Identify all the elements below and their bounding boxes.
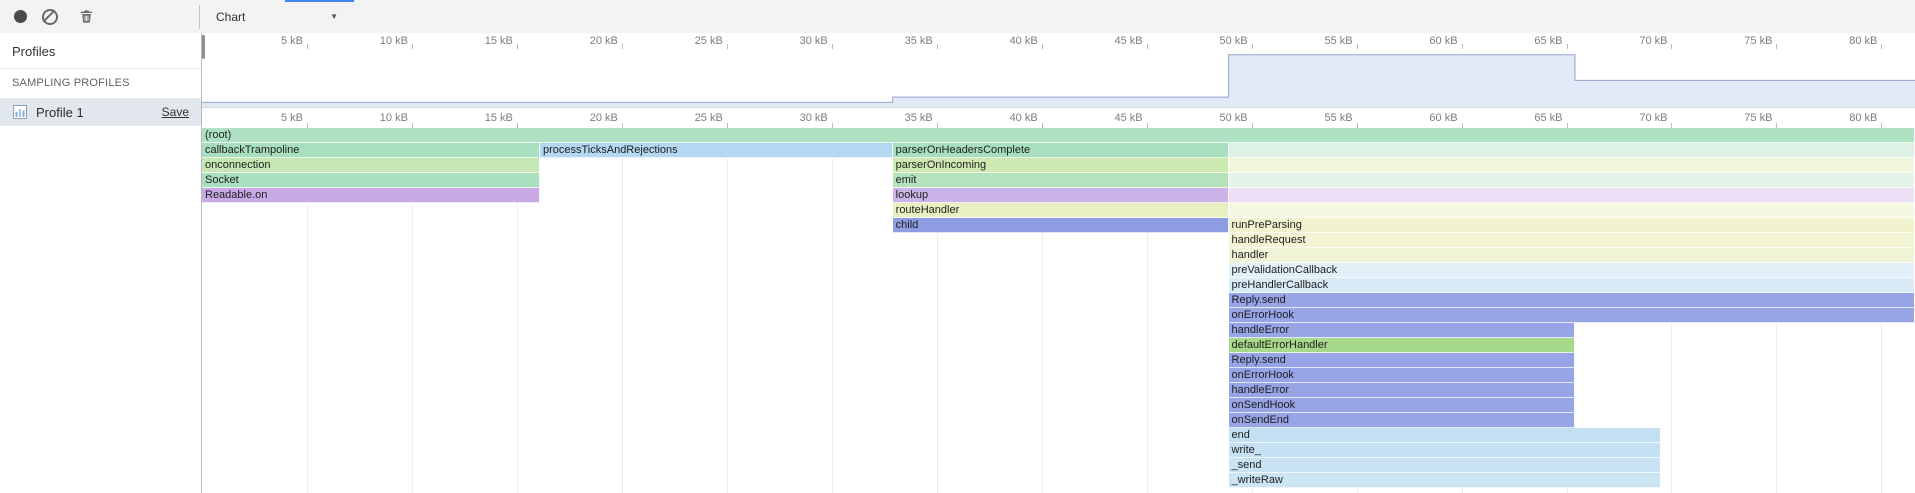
axis-tick-label: 60 kB — [1429, 35, 1461, 47]
axis-tick-label: 20 kB — [590, 112, 622, 124]
flame-frame-reply-send[interactable]: Reply.send — [1229, 353, 1575, 368]
overview-area-chart — [202, 49, 1915, 107]
axis-tick-label: 55 kB — [1324, 35, 1356, 47]
axis-tick-label: 25 kB — [695, 35, 727, 47]
flame-frame-child[interactable]: child — [893, 218, 1229, 233]
flame-frame-handler[interactable]: handler — [1229, 248, 1915, 263]
clear-profiles-button[interactable] — [38, 5, 62, 29]
gridline — [622, 128, 623, 493]
axis-tick-label: 60 kB — [1429, 112, 1461, 124]
view-mode-value: Chart — [216, 10, 245, 24]
flame-frame-root[interactable]: (root) — [202, 128, 1915, 143]
axis-tick-label: 70 kB — [1639, 112, 1671, 124]
profile-list-item[interactable]: Profile 1 Save — [0, 98, 201, 126]
flame-frame-writeraw[interactable]: _writeRaw — [1229, 473, 1661, 488]
axis-tick-label: 5 kB — [281, 112, 307, 124]
sidebar-title: Profiles — [0, 33, 201, 69]
delete-profile-button[interactable] — [74, 5, 98, 29]
flame-frame-callbacktrampoline[interactable]: callbackTrampoline — [202, 143, 540, 158]
chevron-down-icon: ▼ — [330, 12, 338, 21]
flame-frame-runpreparsing[interactable]: runPreParsing — [1229, 218, 1915, 233]
axis-tick-label: 45 kB — [1115, 35, 1147, 47]
axis-tick-label: 35 kB — [905, 112, 937, 124]
flame-frame-onsendend[interactable]: onSendEnd — [1229, 413, 1575, 428]
axis-tick-label: 40 kB — [1010, 35, 1042, 47]
flame-frame-prehandlercallback[interactable]: preHandlerCallback — [1229, 278, 1915, 293]
axis-tick-label: 65 kB — [1534, 112, 1566, 124]
flame-frame-extension[interactable] — [1229, 143, 1915, 158]
axis-tick-label: 30 kB — [800, 35, 832, 47]
gridline — [832, 128, 833, 493]
flame-frame-routehandler[interactable]: routeHandler — [893, 203, 1229, 218]
size-ruler-top: 5 kB 10 kB 15 kB 20 kB 25 kB 30 kB 35 kB 40 kB 4… — [202, 33, 1915, 49]
axis-tick-label: 75 kB — [1744, 35, 1776, 47]
allocation-overview[interactable] — [202, 49, 1915, 108]
flame-frame-prevalidationcallback[interactable]: preValidationCallback — [1229, 263, 1915, 278]
axis-tick-label: 15 kB — [485, 35, 517, 47]
axis-tick-label: 5 kB — [281, 35, 307, 47]
flame-frame-readable-on[interactable]: Readable.on — [202, 188, 540, 203]
view-mode-select[interactable]: Chart ▼ — [208, 4, 346, 29]
axis-tick-label: 50 kB — [1219, 112, 1251, 124]
record-button[interactable] — [8, 5, 32, 29]
axis-tick-label: 50 kB — [1219, 35, 1251, 47]
save-profile-link[interactable]: Save — [162, 105, 189, 119]
axis-tick-label: 40 kB — [1010, 112, 1042, 124]
flame-frame-processticksandrejections[interactable]: processTicksAndRejections — [540, 143, 893, 158]
toolbar-divider — [199, 5, 200, 29]
flame-frame-extension[interactable] — [1229, 188, 1915, 203]
axis-tick-label: 45 kB — [1115, 112, 1147, 124]
axis-tick-label: 35 kB — [905, 35, 937, 47]
flame-chart: (root)callbackTrampolineprocessTicksAndR… — [202, 128, 1915, 493]
flame-frame-onerrorhook[interactable]: onErrorHook — [1229, 308, 1915, 323]
overview-area-fill — [202, 55, 1915, 107]
profile-icon — [12, 104, 28, 120]
flame-frame-handleerror[interactable]: handleError — [1229, 323, 1575, 338]
flame-frame-handlerequest[interactable]: handleRequest — [1229, 233, 1915, 248]
profiles-sidebar: Profiles SAMPLING PROFILES Profile 1 Sav… — [0, 33, 202, 493]
axis-tick-label: 10 kB — [380, 112, 412, 124]
profile-name: Profile 1 — [36, 105, 154, 120]
axis-tick-label: 20 kB — [590, 35, 622, 47]
flame-frame-send[interactable]: _send — [1229, 458, 1661, 473]
flame-frame-socket[interactable]: Socket — [202, 173, 540, 188]
flame-frame-parseronheaderscomplete[interactable]: parserOnHeadersComplete — [893, 143, 1229, 158]
flame-frame-onconnection[interactable]: onconnection — [202, 158, 540, 173]
axis-tick-label: 30 kB — [800, 112, 832, 124]
flame-frame-extension[interactable] — [1229, 203, 1915, 218]
flame-frame-extension[interactable] — [1229, 173, 1915, 188]
flame-frame-handleerror[interactable]: handleError — [1229, 383, 1575, 398]
sampling-profiles-section-header: SAMPLING PROFILES — [0, 69, 201, 95]
circle-slash-icon — [42, 9, 58, 25]
axis-tick-label: 75 kB — [1744, 112, 1776, 124]
toolbar: Chart ▼ — [0, 0, 1915, 34]
flame-frame-lookup[interactable]: lookup — [893, 188, 1229, 203]
flame-frame-write[interactable]: write_ — [1229, 443, 1661, 458]
flame-frame-end[interactable]: end — [1229, 428, 1661, 443]
flame-frame-defaulterrorhandler[interactable]: defaultErrorHandler — [1229, 338, 1575, 353]
flame-frame-emit[interactable]: emit — [893, 173, 1229, 188]
record-icon — [14, 10, 27, 23]
axis-tick-label: 70 kB — [1639, 35, 1671, 47]
trash-icon — [79, 9, 94, 24]
vertical-scrollbar-thumb[interactable] — [202, 35, 205, 59]
flame-frame-onerrorhook[interactable]: onErrorHook — [1229, 368, 1575, 383]
flame-frame-onsendhook[interactable]: onSendHook — [1229, 398, 1575, 413]
active-tab-indicator — [285, 0, 354, 2]
axis-tick-label: 80 kB — [1849, 35, 1881, 47]
axis-tick-label: 80 kB — [1849, 112, 1881, 124]
flame-chart-pane: 5 kB 10 kB 15 kB 20 kB 25 kB 30 kB 35 kB 40 kB 4… — [202, 33, 1915, 493]
gridline — [727, 128, 728, 493]
axis-tick-label: 15 kB — [485, 112, 517, 124]
size-ruler-bottom: 5 kB 10 kB 15 kB 20 kB 25 kB 30 kB 35 kB 40 kB 4… — [202, 107, 1915, 128]
flame-frame-parseronincoming[interactable]: parserOnIncoming — [893, 158, 1229, 173]
flame-frame-reply-send[interactable]: Reply.send — [1229, 293, 1915, 308]
axis-tick-label: 10 kB — [380, 35, 412, 47]
memory-profiler-panel: Chart ▼ Profiles SAMPLING PROFILES Profi… — [0, 0, 1915, 493]
axis-tick-label: 25 kB — [695, 112, 727, 124]
flame-frame-extension[interactable] — [1229, 158, 1915, 173]
axis-tick-label: 65 kB — [1534, 35, 1566, 47]
axis-tick-label: 55 kB — [1324, 112, 1356, 124]
